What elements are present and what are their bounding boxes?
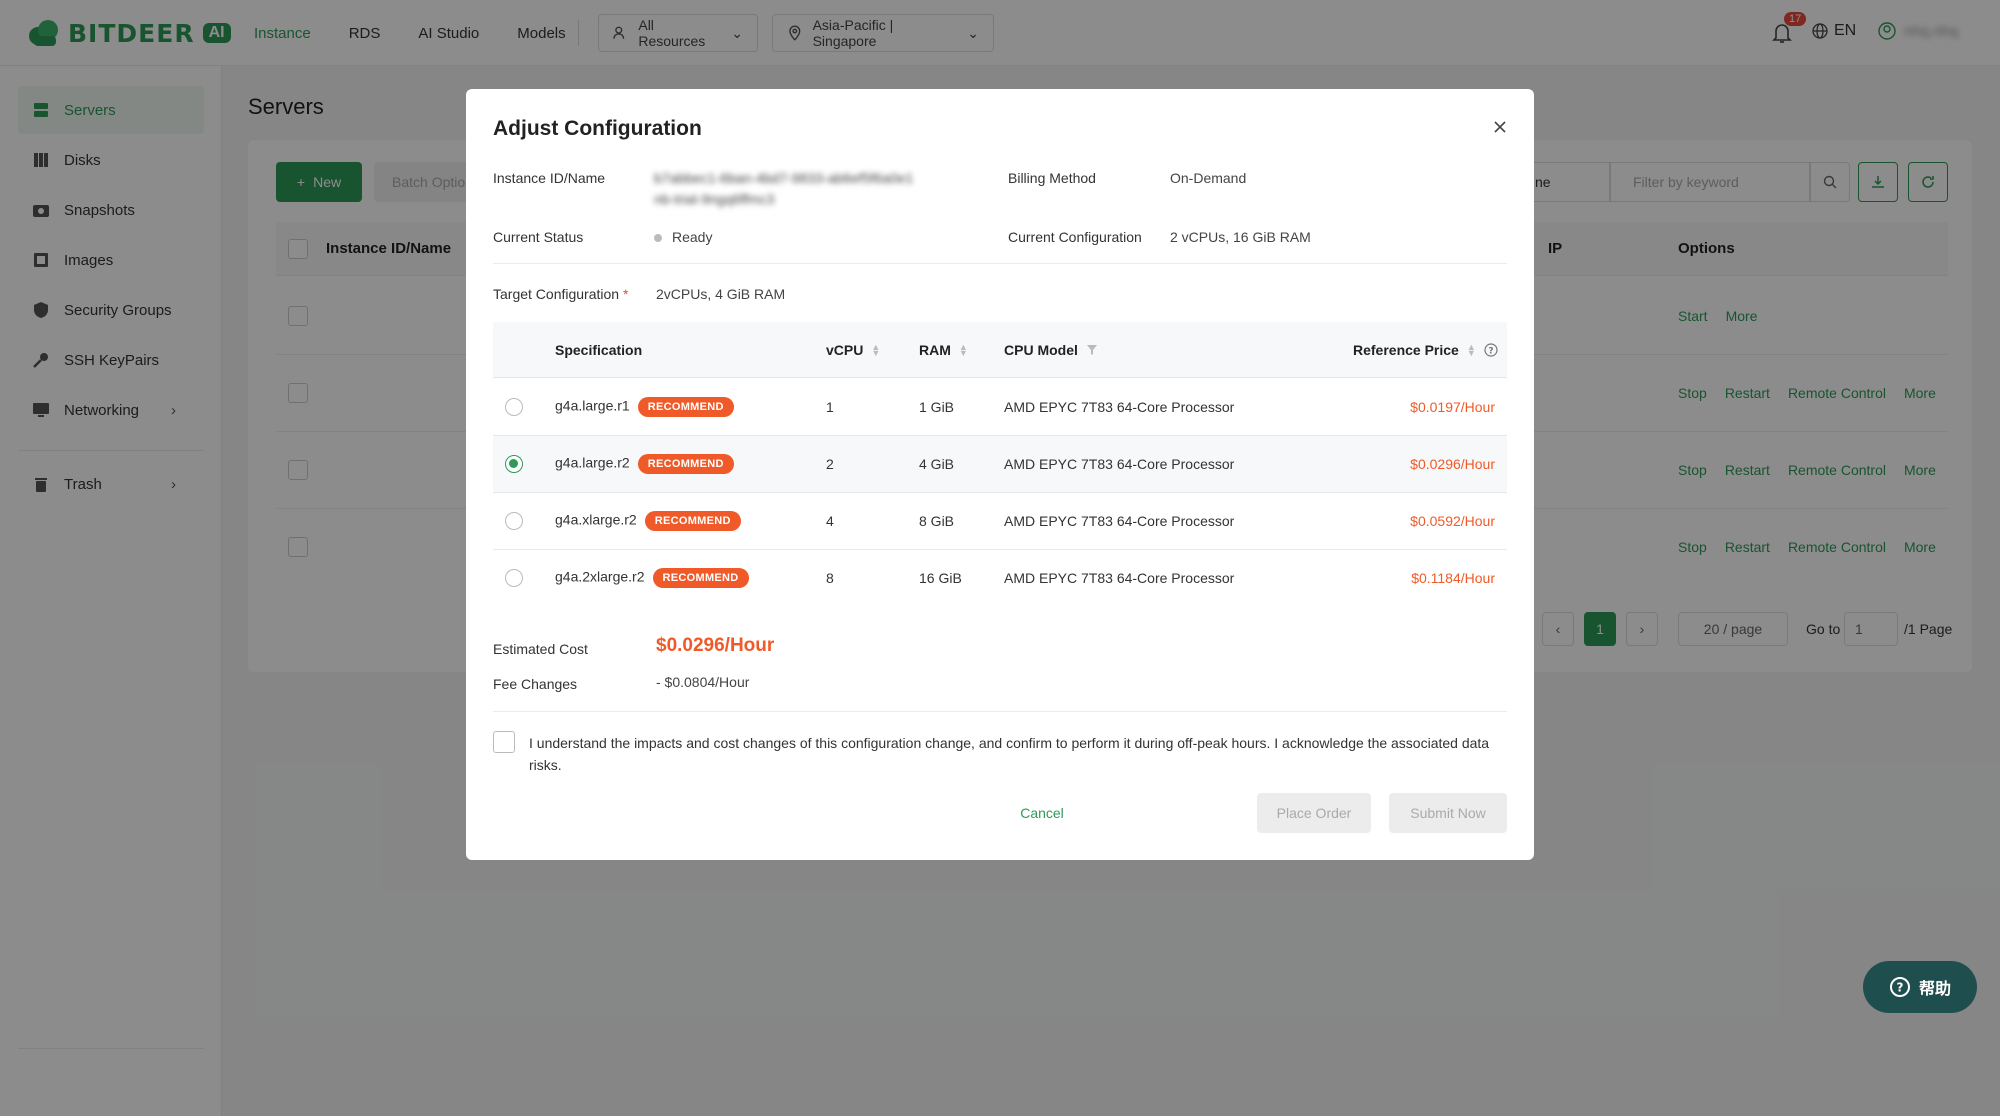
billing-value: On-Demand (1170, 170, 1247, 186)
column-reference-price[interactable]: Reference Price ▲ ▼? (1353, 342, 1498, 358)
target-config-text: Target Configuration (493, 286, 620, 302)
spec-price: $0.0197/Hour (1410, 399, 1495, 415)
status-value: Ready (654, 229, 712, 245)
status-dot-icon (654, 234, 662, 243)
column-ram[interactable]: RAM ▲ ▼ (919, 342, 968, 358)
help-label: 帮助 (1918, 981, 1951, 998)
spec-name-cell: g4a.xlarge.r2 RECOMMEND (555, 511, 741, 531)
spec-row[interactable]: g4a.large.r2 RECOMMEND 2 4 GiB AMD EPYC 7… (493, 436, 1507, 493)
spec-ram: 16 GiB (919, 570, 962, 586)
adjust-configuration-dialog: Adjust Configuration Instance ID/Name b7… (466, 89, 1534, 860)
current-config-value: 2 vCPUs, 16 GiB RAM (1170, 229, 1311, 245)
help-button[interactable]: ? 帮助 (1863, 961, 1977, 1013)
spec-name: g4a.large.r2 (555, 454, 630, 471)
spec-name-cell: g4a.2xlarge.r2 RECOMMEND (555, 568, 749, 588)
status-label: Current Status (493, 229, 584, 245)
sort-icon: ▲ ▼ (1466, 342, 1476, 358)
spec-radio[interactable] (505, 512, 523, 530)
spec-name: g4a.large.r1 (555, 397, 630, 414)
column-specification: Specification (555, 342, 642, 358)
column-specification-label: Specification (555, 342, 643, 358)
spec-name: g4a.2xlarge.r2 (555, 568, 645, 585)
spec-radio[interactable] (505, 455, 523, 473)
cancel-button[interactable]: Cancel (988, 793, 1096, 833)
close-icon[interactable] (1492, 119, 1508, 135)
help-circle-icon: ? (1889, 977, 1910, 997)
fee-changes-value: - $0.0804/Hour (656, 674, 750, 690)
target-config-label: Target Configuration * (493, 286, 628, 302)
recommend-badge: RECOMMEND (644, 511, 741, 531)
instance-name-value: nb-trial-9ngq6ffmc3 (654, 191, 775, 207)
column-ram-label: RAM (919, 342, 951, 358)
column-cpu-model[interactable]: CPU Model (1004, 342, 1098, 358)
spec-ram: 4 GiB (919, 456, 955, 472)
spec-price: $0.0296/Hour (1410, 456, 1495, 472)
acknowledge-checkbox[interactable] (493, 731, 515, 753)
spec-radio[interactable] (505, 398, 523, 416)
recommend-badge: RECOMMEND (637, 397, 734, 417)
spec-price: $0.1184/Hour (1411, 570, 1495, 586)
column-vcpu[interactable]: vCPU ▲ ▼ (826, 342, 880, 358)
spec-vcpu: 8 (826, 570, 834, 586)
instance-label: Instance ID/Name (493, 170, 606, 186)
spec-cpu-model: AMD EPYC 7T83 64-Core Processor (1004, 456, 1235, 472)
spec-vcpu: 2 (826, 456, 834, 472)
recommend-badge: RECOMMEND (652, 568, 749, 588)
svg-text:?: ? (1488, 347, 1493, 357)
spec-ram: 1 GiB (919, 399, 955, 415)
required-mark: * (622, 286, 629, 302)
column-vcpu-label: vCPU (826, 342, 864, 358)
spec-row[interactable]: g4a.2xlarge.r2 RECOMMEND 8 16 GiB AMD EPY… (493, 550, 1507, 607)
help-circle-icon[interactable]: ? (1484, 343, 1498, 357)
spec-row[interactable]: g4a.xlarge.r2 RECOMMEND 4 8 GiB AMD EPYC … (493, 493, 1507, 550)
acknowledge-text: I understand the impacts and cost change… (529, 735, 1490, 773)
dialog-title: Adjust Configuration (493, 117, 702, 140)
sort-icon: ▲ ▼ (871, 342, 881, 358)
current-config-label: Current Configuration (1008, 229, 1142, 245)
filter-icon[interactable] (1086, 344, 1098, 356)
section-divider (493, 711, 1507, 712)
spec-row[interactable]: g4a.large.r1 RECOMMEND 1 1 GiB AMD EPYC 7… (493, 379, 1507, 436)
spec-vcpu: 1 (826, 399, 834, 415)
place-order-button[interactable]: Place Order (1257, 793, 1371, 833)
spec-vcpu: 4 (826, 513, 834, 529)
section-divider (493, 263, 1507, 264)
spec-cpu-model: AMD EPYC 7T83 64-Core Processor (1004, 513, 1235, 529)
spec-ram: 8 GiB (919, 513, 955, 529)
recommend-badge: RECOMMEND (637, 454, 734, 474)
target-config-value: 2vCPUs, 4 GiB RAM (656, 286, 786, 302)
sort-icon: ▲ ▼ (958, 342, 968, 358)
spec-name-cell: g4a.large.r1 RECOMMEND (555, 397, 734, 417)
status-text: Ready (672, 229, 713, 245)
spec-cpu-model: AMD EPYC 7T83 64-Core Processor (1004, 570, 1235, 586)
spec-name-cell: g4a.large.r2 RECOMMEND (555, 454, 734, 474)
spec-cpu-model: AMD EPYC 7T83 64-Core Processor (1004, 399, 1235, 415)
column-cpu-model-label: CPU Model (1004, 342, 1078, 358)
submit-now-button[interactable]: Submit Now (1389, 793, 1507, 833)
estimated-cost-value: $0.0296/Hour (656, 635, 775, 656)
instance-id-value: b7abbec1-6ban-4bd7-9833-ab6ef5f6a0e1 (654, 170, 914, 186)
spec-price: $0.0592/Hour (1410, 513, 1495, 529)
estimated-cost-label: Estimated Cost (493, 641, 588, 657)
svg-text:?: ? (1897, 981, 1904, 995)
fee-changes-label: Fee Changes (493, 676, 578, 692)
column-price-label: Reference Price (1353, 342, 1459, 358)
billing-label: Billing Method (1008, 170, 1096, 186)
spec-name: g4a.xlarge.r2 (555, 511, 637, 528)
spec-radio[interactable] (505, 569, 523, 587)
spec-table-header: Specification vCPU ▲ ▼ RAM ▲ ▼ CPU Model Ref… (493, 322, 1507, 378)
